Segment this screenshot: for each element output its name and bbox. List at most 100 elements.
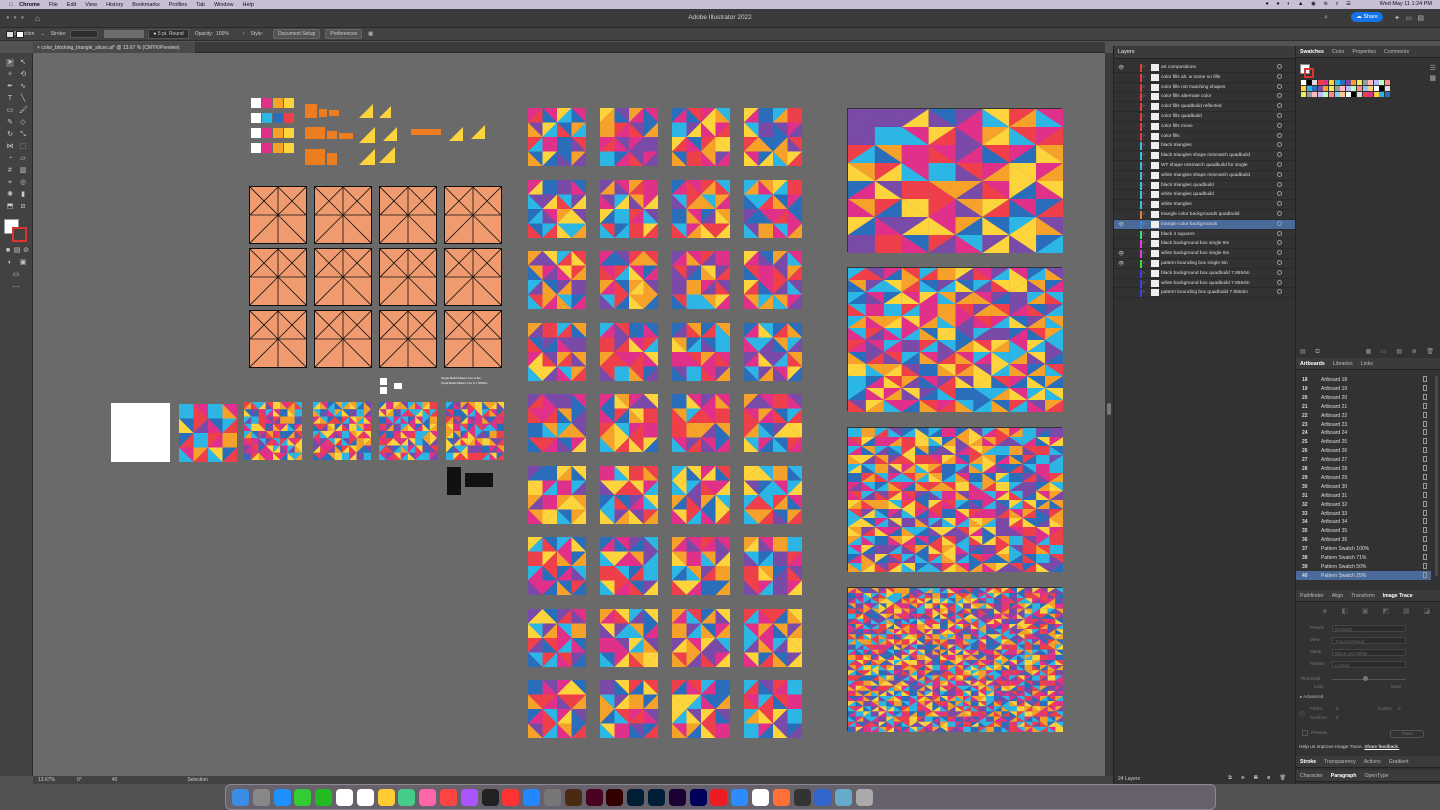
artboard-row[interactable]: 28 Artboard 28	[1296, 464, 1431, 473]
layer-row[interactable]: › color fills	[1114, 132, 1296, 142]
swatch-chip[interactable]	[1351, 92, 1357, 97]
layout-icon[interactable]: ▭	[1405, 14, 1412, 22]
artboard-row[interactable]: 26 Artboard 26	[1296, 446, 1431, 455]
target-circle-icon[interactable]	[1277, 93, 1282, 99]
direct-selection-tool-icon[interactable]: ↖	[19, 59, 27, 67]
swatch-chip[interactable]	[1323, 92, 1329, 97]
small-composition[interactable]	[179, 404, 237, 462]
artboard-options-icon[interactable]	[1423, 482, 1427, 489]
arrange-documents-icon[interactable]: ▦	[368, 31, 373, 37]
artboard-options-icon[interactable]	[1423, 491, 1427, 498]
search-icon[interactable]: ⌕	[1324, 14, 1328, 22]
triangle-template-quad[interactable]	[249, 186, 307, 244]
swatch-chip[interactable]	[1373, 86, 1379, 91]
artboard-row[interactable]: 20 Artboard 20	[1296, 393, 1431, 402]
color-key-swatch[interactable]	[262, 128, 272, 138]
pattern-tile[interactable]	[672, 108, 730, 166]
pattern-tile[interactable]	[744, 608, 802, 667]
zoom-level[interactable]: 13.67%	[38, 777, 55, 783]
swatch-chip[interactable]	[1385, 92, 1390, 97]
layer-row[interactable]: › black triangles quadbuild	[1114, 181, 1296, 191]
orange-rect-slice[interactable]	[327, 153, 337, 165]
swatch-chip[interactable]	[1323, 86, 1329, 91]
swatch-chip[interactable]	[1301, 86, 1306, 91]
scrollbar-thumb[interactable]	[1107, 403, 1111, 415]
pattern-tile[interactable]	[600, 108, 658, 166]
swatch-chip[interactable]	[1351, 86, 1357, 91]
perspective-grid-icon[interactable]: ▱	[19, 155, 27, 163]
visibility-eye-icon[interactable]: 👁	[1118, 222, 1124, 228]
layer-actions-icons[interactable]: ⧉ ⊕ ▤ ⊞ 🗑	[1228, 775, 1290, 781]
target-circle-icon[interactable]	[1277, 250, 1282, 256]
artboard-row[interactable]: 19 Artboard 19	[1296, 384, 1431, 393]
layer-row[interactable]: › color fills quadbuild reflected	[1114, 102, 1296, 112]
pattern-tile[interactable]	[672, 608, 730, 667]
artboard-row[interactable]: 27 Artboard 27	[1296, 455, 1431, 464]
expand-arrow-icon[interactable]: ›	[1143, 162, 1145, 168]
swatch-chip[interactable]	[1373, 92, 1379, 97]
tab-properties[interactable]: Properties	[1348, 46, 1380, 57]
pattern-tile[interactable]	[528, 680, 586, 738]
pattern-tile[interactable]	[528, 465, 586, 524]
swatch-chip[interactable]	[1345, 92, 1351, 97]
menu-tab[interactable]: Tab	[196, 2, 205, 8]
artboard-row[interactable]: 22 Artboard 22	[1296, 411, 1431, 420]
swatch-chip[interactable]	[1306, 86, 1312, 91]
orange-rect-slice[interactable]	[327, 131, 337, 139]
screen-mode-icon[interactable]: ▣	[19, 259, 27, 267]
layer-row[interactable]: › pattern bounding box quadbuild 7.9554in	[1114, 288, 1296, 299]
expand-arrow-icon[interactable]: ›	[1143, 113, 1145, 119]
orange-rect-slice[interactable]	[305, 104, 317, 118]
orange-rect-slice[interactable]	[305, 127, 325, 139]
document-tab[interactable]: × color_blocking_triangle_slices.ai* @ 1…	[33, 42, 195, 53]
artboard-options-icon[interactable]	[1423, 438, 1427, 445]
target-circle-icon[interactable]	[1277, 240, 1282, 246]
target-circle-icon[interactable]	[1277, 171, 1282, 177]
artboard-options-icon[interactable]	[1423, 518, 1427, 525]
expand-arrow-icon[interactable]: ›	[1143, 74, 1145, 80]
target-circle-icon[interactable]	[1277, 230, 1282, 236]
target-circle-icon[interactable]	[1277, 201, 1282, 207]
paintbrush-icon[interactable]: 🖌	[19, 107, 28, 115]
curvature-tool-icon[interactable]: ∿	[19, 83, 27, 91]
triangle-template-quad[interactable]	[314, 310, 372, 368]
swatch-chip[interactable]	[1329, 80, 1334, 85]
target-circle-icon[interactable]	[1277, 191, 1282, 197]
swatch-chip[interactable]	[1362, 80, 1368, 85]
grid-view-icon[interactable]: ▦	[1429, 74, 1436, 82]
white-background-box[interactable]	[111, 403, 170, 462]
artboard-row[interactable]: 25 Artboard 25	[1296, 437, 1431, 446]
orange-rect-slice[interactable]	[339, 133, 353, 139]
swatch-chip[interactable]	[1379, 80, 1385, 85]
pattern-tile[interactable]	[600, 680, 658, 738]
pen-tool-icon[interactable]: ✒	[6, 83, 14, 91]
artboard-options-icon[interactable]	[1423, 447, 1427, 454]
tab-transparency[interactable]: Transparency	[1320, 756, 1360, 767]
expand-arrow-icon[interactable]: ›	[1143, 250, 1145, 256]
swatch-chip[interactable]	[1345, 80, 1351, 85]
layer-row[interactable]: › white triangles	[1114, 200, 1296, 210]
pattern-tile[interactable]	[744, 465, 802, 524]
pattern-tile[interactable]	[744, 394, 802, 452]
swatch-chip[interactable]	[1340, 80, 1346, 85]
expand-arrow-icon[interactable]: ›	[1143, 289, 1145, 295]
tab-links[interactable]: Links	[1357, 358, 1377, 369]
layer-row[interactable]: › black triangles	[1114, 141, 1296, 152]
pattern-swatch-preview[interactable]	[847, 267, 1063, 412]
swatch-chip[interactable]	[1362, 92, 1368, 97]
expand-arrow-icon[interactable]: ›	[1143, 64, 1145, 70]
trace-button[interactable]: Trace	[1390, 730, 1424, 738]
layer-row[interactable]: 👁 › triangle color backgrounds	[1114, 219, 1296, 230]
advanced-toggle[interactable]: ▸ Advanced	[1300, 694, 1430, 703]
menu-bookmarks[interactable]: Bookmarks	[132, 2, 160, 8]
swatch-chip[interactable]	[1340, 92, 1346, 97]
artboard-options-icon[interactable]	[1423, 500, 1427, 507]
target-circle-icon[interactable]	[1277, 103, 1282, 109]
menu-app-name[interactable]: Chrome	[19, 2, 40, 8]
preferences-button[interactable]: Preferences	[325, 29, 363, 39]
magic-wand-icon[interactable]: ✧	[6, 71, 14, 79]
artboard-row[interactable]: 18 Artboard 18	[1296, 375, 1431, 384]
width-tool-icon[interactable]: ⋈	[6, 143, 14, 151]
swatch-chip[interactable]	[1301, 92, 1306, 97]
slice-tool-icon[interactable]: ⧄	[19, 203, 27, 211]
